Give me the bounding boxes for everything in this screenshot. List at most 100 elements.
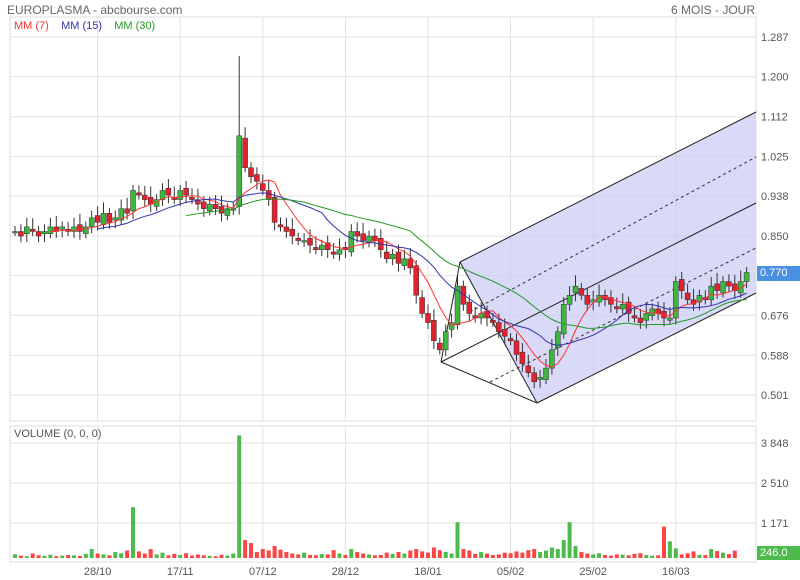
volume-bar [420, 551, 425, 558]
volume-bar [231, 553, 236, 558]
volume-bar [650, 555, 655, 558]
candle-body [537, 376, 543, 380]
candle-body [584, 294, 591, 305]
candle-body [142, 194, 148, 200]
candle-body [720, 281, 726, 294]
volume-bar [532, 549, 537, 558]
volume-bar [414, 549, 419, 558]
x-tick-label: 16/03 [662, 566, 690, 578]
volume-bar [591, 554, 596, 558]
price-tick-label: 1.287 [761, 32, 789, 44]
volume-bar [308, 555, 312, 558]
candle-body [614, 306, 620, 310]
candle-body [372, 235, 378, 241]
x-tick-label: 07/12 [249, 566, 277, 578]
volume-panel [9, 425, 757, 563]
candle-body [254, 174, 260, 182]
candle-body [307, 238, 313, 246]
volume-bar [18, 555, 23, 558]
price-tick-label: 0.501 [761, 390, 789, 402]
volume-bar [219, 554, 224, 558]
volume-bar [426, 552, 430, 558]
volume-bar [367, 554, 371, 558]
volume-bar [585, 553, 590, 558]
volume-bar [496, 554, 501, 558]
volume-bar [266, 550, 271, 558]
volume-bar [408, 550, 413, 558]
candle-body [12, 231, 18, 234]
candle-body [726, 281, 732, 287]
candle-body [619, 304, 626, 310]
candle-body [336, 249, 343, 255]
candle-body [743, 272, 750, 282]
volume-bar [614, 554, 619, 558]
volume-legend: VOLUME (0, 0, 0) [14, 428, 102, 440]
volume-bar [213, 556, 218, 558]
candle-body [401, 258, 408, 266]
volume-bar [83, 553, 88, 558]
candle-body [578, 288, 585, 296]
volume-bar [349, 549, 354, 558]
volume-bar [632, 553, 637, 558]
volume-bar [703, 555, 708, 558]
volume-bar [225, 555, 230, 558]
candle-body [277, 224, 284, 228]
volume-bar [172, 553, 177, 558]
volume-bar [679, 554, 684, 558]
candle-body [177, 190, 183, 200]
candle-body [631, 315, 638, 319]
volume-bar [13, 554, 17, 558]
volume-bar [72, 555, 76, 558]
candle-body [201, 201, 207, 209]
candle-body [189, 197, 195, 200]
volume-bar [479, 552, 484, 558]
volume-bar [638, 553, 643, 558]
last-volume-badge: 246.0 [757, 546, 800, 560]
volume-bar [201, 555, 206, 558]
candle-body [684, 292, 691, 301]
candle-body [319, 244, 325, 250]
volume-bar [673, 548, 678, 558]
volume-bar [709, 549, 714, 558]
volume-bar [284, 552, 289, 558]
volume-bar [449, 553, 454, 558]
candle-body [330, 251, 337, 255]
candle-body [501, 329, 508, 337]
volume-bar [526, 550, 531, 558]
candle-body [560, 304, 567, 335]
candle-body [431, 320, 437, 342]
volume-bar [319, 554, 324, 558]
candle-body [566, 294, 573, 305]
candle-body [130, 190, 136, 212]
volume-bar [337, 553, 342, 558]
volume-bar [597, 553, 602, 558]
candle-body [637, 317, 644, 323]
volume-bar [95, 553, 100, 558]
volume-bar [567, 522, 572, 558]
candle-body [283, 226, 290, 232]
volume-bar [372, 555, 377, 558]
volume-bar [644, 555, 649, 558]
candle-body [212, 203, 219, 209]
candle-body [667, 317, 673, 321]
volume-bar [355, 552, 360, 558]
candle-body [389, 254, 396, 260]
candle-body [466, 301, 473, 314]
legend-mm30: MM (30) [114, 20, 156, 32]
volume-bar [437, 550, 442, 558]
volume-bar [443, 552, 448, 558]
candle-body [124, 208, 130, 214]
candle-body [531, 372, 537, 383]
volume-bar [125, 550, 130, 558]
candle-body [383, 251, 390, 260]
volume-bar [603, 555, 607, 558]
volume-bar [662, 526, 666, 558]
x-tick-label: 28/12 [332, 566, 360, 578]
candle-body [112, 217, 119, 221]
volume-bar [343, 555, 348, 558]
volume-bar [726, 554, 731, 558]
volume-bar [579, 552, 584, 558]
candle-body [490, 320, 496, 323]
volume-bar [431, 547, 436, 558]
volume-bar [402, 553, 407, 558]
